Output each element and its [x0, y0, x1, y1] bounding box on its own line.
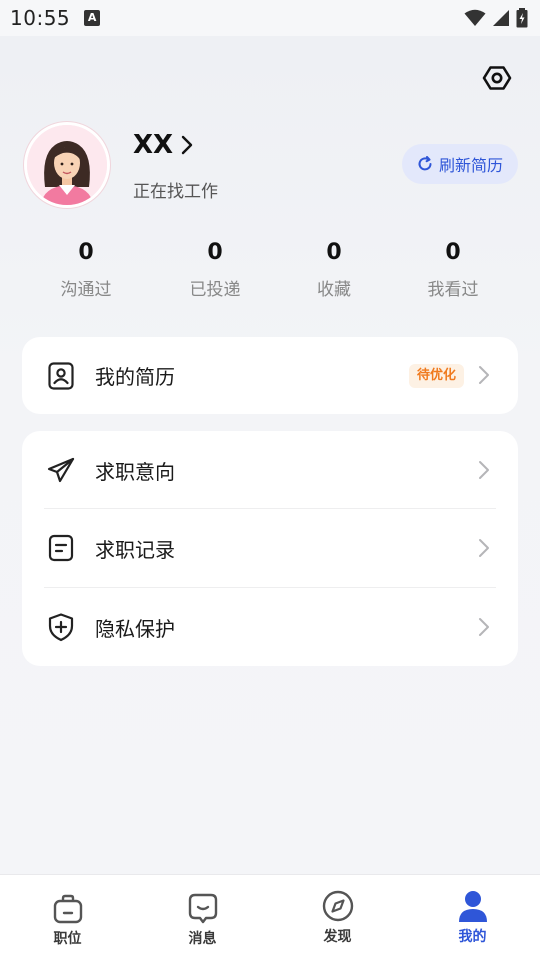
- message-icon: [188, 893, 217, 924]
- stat-label: 收藏: [317, 280, 351, 300]
- wifi-icon: [464, 9, 486, 26]
- stat-label: 我看过: [427, 280, 479, 300]
- tab-label: 职位: [53, 931, 82, 947]
- compass-icon: [322, 890, 353, 922]
- stat-viewed[interactable]: 0 我看过: [398, 240, 508, 300]
- bottom-tab-bar: 职位 消息 发现 我的: [0, 874, 540, 960]
- tab-label: 我的: [458, 929, 487, 945]
- record-icon: [48, 534, 74, 562]
- stat-applied[interactable]: 0 已投递: [160, 240, 270, 300]
- tab-discover[interactable]: 发现: [270, 875, 405, 960]
- signal-icon: [493, 10, 509, 26]
- profile-name: XX: [133, 130, 174, 160]
- resume-card: 我的简历 待优化: [22, 337, 518, 414]
- refresh-resume-button[interactable]: 刷新简历: [402, 144, 518, 184]
- notification-a-icon: A: [84, 10, 101, 26]
- row-label: 求职记录: [95, 537, 175, 562]
- to-optimize-badge: 待优化: [409, 364, 465, 388]
- menu-item-privacy[interactable]: 隐私保护: [22, 588, 518, 666]
- avatar[interactable]: [24, 122, 110, 208]
- settings-button[interactable]: [482, 63, 512, 93]
- menu-card: 求职意向 求职记录 隐私保护: [22, 431, 518, 666]
- tab-me[interactable]: 我的: [405, 875, 540, 960]
- person-icon: [458, 891, 487, 922]
- row-label: 隐私保护: [95, 616, 175, 641]
- chevron-right-icon: [181, 135, 193, 155]
- settings-icon: [482, 66, 512, 90]
- stat-contacted[interactable]: 0 沟通过: [31, 240, 141, 300]
- profile-name-link[interactable]: XX: [133, 130, 193, 160]
- tab-label: 发现: [323, 929, 352, 945]
- row-label: 我的简历: [95, 365, 175, 389]
- menu-item-job-records[interactable]: 求职记录: [22, 509, 518, 587]
- resume-icon: [48, 362, 74, 390]
- stat-favorites[interactable]: 0 收藏: [279, 240, 389, 300]
- tab-messages[interactable]: 消息: [135, 875, 270, 960]
- tab-label: 消息: [188, 931, 217, 947]
- stat-value: 0: [78, 240, 94, 265]
- my-resume-row[interactable]: 我的简历 待优化: [22, 337, 518, 414]
- tab-jobs[interactable]: 职位: [0, 875, 135, 960]
- chevron-right-icon: [479, 366, 489, 384]
- chevron-right-icon: [479, 461, 489, 479]
- row-label: 求职意向: [95, 459, 175, 484]
- send-icon: [47, 457, 75, 483]
- job-status: 正在找工作: [133, 182, 218, 202]
- battery-icon: [516, 8, 528, 28]
- stat-label: 沟通过: [60, 280, 112, 300]
- status-indicators: [464, 8, 528, 28]
- stat-value: 0: [326, 240, 342, 265]
- stats-row: 0 沟通过 0 已投递 0 收藏 0 我看过: [22, 240, 518, 310]
- refresh-resume-label: 刷新简历: [438, 156, 503, 175]
- stat-label: 已投递: [189, 280, 241, 300]
- shield-icon: [48, 613, 74, 642]
- refresh-icon: [418, 156, 432, 171]
- status-time: 10:55: [10, 6, 71, 30]
- stat-value: 0: [207, 240, 223, 265]
- avatar-illustration: [27, 125, 107, 205]
- chevron-right-icon: [479, 618, 489, 636]
- menu-item-job-intention[interactable]: 求职意向: [22, 431, 518, 509]
- status-bar: 10:55 A: [0, 0, 540, 36]
- chevron-right-icon: [479, 539, 489, 557]
- stat-value: 0: [445, 240, 461, 265]
- briefcase-icon: [53, 894, 82, 924]
